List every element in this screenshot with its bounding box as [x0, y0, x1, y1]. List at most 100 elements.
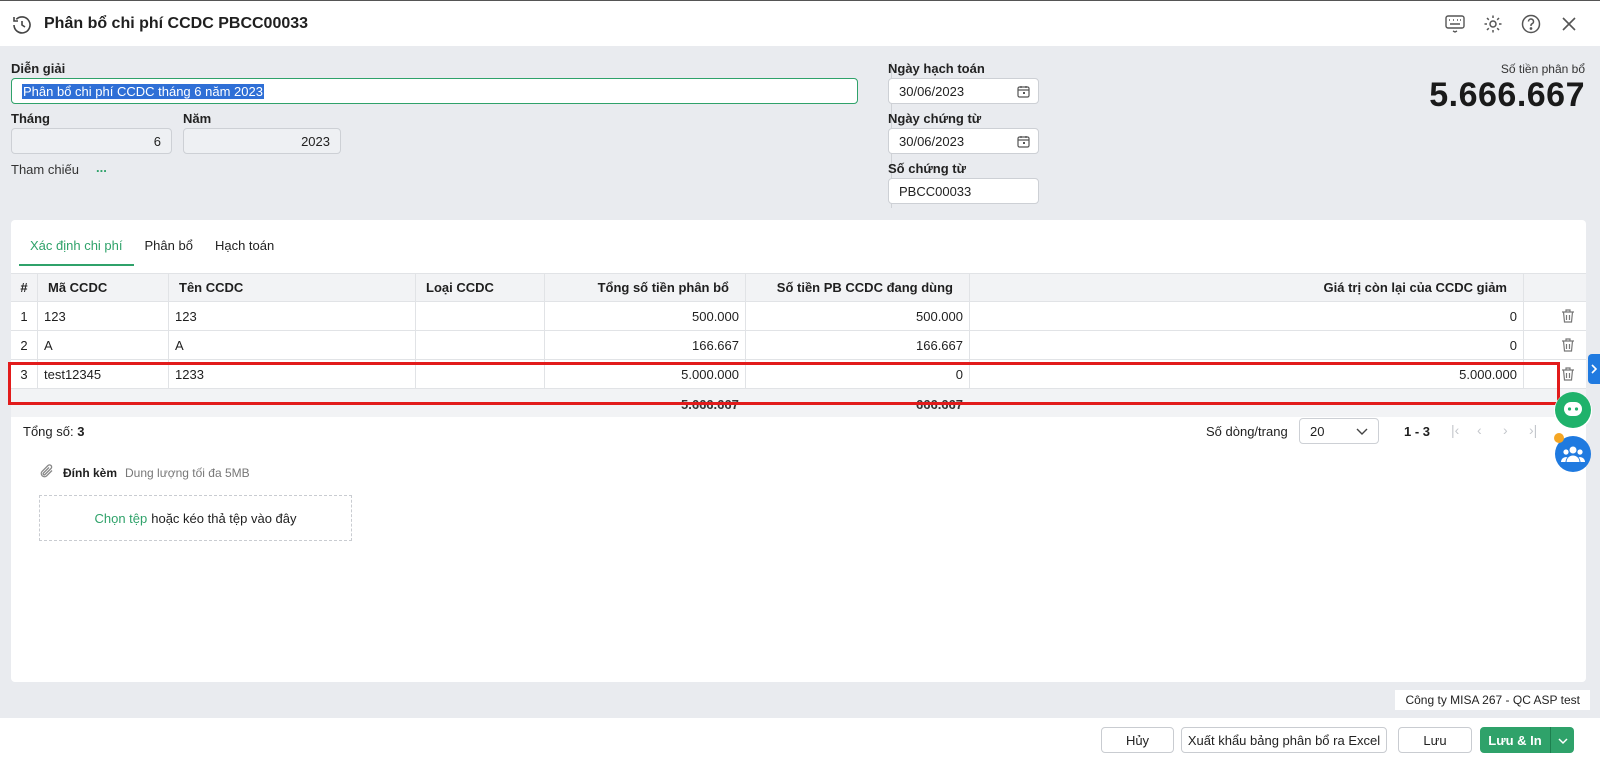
attachment-header: Đính kèm Dung lượng tối đa 5MB: [39, 463, 250, 482]
posting-date-value: 30/06/2023: [899, 83, 965, 99]
calendar-icon[interactable]: [1017, 135, 1030, 148]
row-code: 123: [38, 302, 169, 330]
trash-icon[interactable]: [1560, 337, 1576, 353]
row-name: A: [169, 331, 416, 359]
trash-icon[interactable]: [1560, 366, 1576, 382]
trash-icon[interactable]: [1560, 308, 1576, 324]
attachment-label: Đính kèm: [63, 465, 118, 480]
drop-text: hoặc kéo thả tệp vào đây: [151, 510, 297, 526]
table-summary-row: 5.666.667 666.667: [11, 389, 1586, 417]
close-icon[interactable]: [1558, 13, 1580, 35]
row-remaining: 0: [970, 302, 1524, 330]
title-bar: Phân bổ chi phí CCDC PBCC00033: [0, 0, 1600, 46]
prev-page-icon[interactable]: ‹: [1477, 422, 1491, 438]
row-code: A: [38, 331, 169, 359]
chat-icon: [1554, 391, 1592, 432]
row-total-allocated: 166.667: [545, 331, 746, 359]
table-row[interactable]: 2 A A 166.667 166.667 0: [11, 331, 1586, 360]
save-options-dropdown[interactable]: [1550, 727, 1574, 753]
help-icon[interactable]: [1520, 13, 1542, 35]
window-title: Phân bổ chi phí CCDC PBCC00033: [44, 15, 309, 32]
chat-button[interactable]: [1554, 391, 1592, 432]
chevron-down-icon: [1356, 424, 1368, 439]
tab-xac-dinh-chi-phi[interactable]: Xác định chi phí: [19, 232, 134, 266]
tab-phan-bo[interactable]: Phân bổ: [134, 232, 204, 266]
table-row[interactable]: 3 test12345 1233 5.000.000 0 5.000.000: [11, 360, 1586, 389]
voucher-no-input[interactable]: PBCC00033: [888, 178, 1039, 204]
paperclip-icon: [39, 463, 55, 482]
description-value: Phân bổ chi phí CCDC tháng 6 năm 2023: [22, 83, 264, 99]
summary-in-use: 666.667: [916, 397, 963, 412]
total-count: Tổng số: 3: [23, 424, 84, 439]
rows-per-page-select[interactable]: 20: [1299, 418, 1379, 444]
row-code: test12345: [38, 360, 169, 388]
save-button[interactable]: Lưu: [1398, 727, 1472, 753]
file-drop-zone[interactable]: Chọn tệp hoặc kéo thả tệp vào đây: [39, 495, 352, 541]
column-header: Số tiền PB CCDC đang dùng: [746, 274, 970, 301]
row-in-use: 166.667: [746, 331, 970, 359]
row-remaining: 0: [970, 331, 1524, 359]
export-excel-button[interactable]: Xuất khẩu bảng phân bổ ra Excel: [1181, 727, 1387, 753]
month-label: Tháng: [11, 111, 50, 126]
company-label: Công ty MISA 267 - QC ASP test: [1395, 690, 1590, 710]
row-type: [416, 302, 545, 330]
notification-dot: [1554, 433, 1564, 443]
keyboard-icon[interactable]: [1444, 13, 1466, 35]
row-type: [416, 331, 545, 359]
row-name: 123: [169, 302, 416, 330]
description-label: Diễn giải: [11, 61, 66, 76]
last-page-icon[interactable]: ›|: [1529, 422, 1543, 438]
choose-file-link[interactable]: Chọn tệp: [94, 511, 147, 526]
reference-more-button[interactable]: ...: [96, 160, 107, 175]
voucher-no-label: Số chứng từ: [888, 161, 967, 176]
side-panel-toggle[interactable]: [1588, 354, 1600, 384]
column-header: Tổng số tiền phân bổ: [545, 274, 746, 301]
cancel-button[interactable]: Hủy: [1101, 727, 1174, 753]
gear-icon[interactable]: [1482, 13, 1504, 35]
table-row[interactable]: 1 123 123 500.000 500.000 0: [11, 302, 1586, 331]
row-in-use: 0: [746, 360, 970, 388]
voucher-date-label: Ngày chứng từ: [888, 111, 982, 126]
rows-per-page-label: Số dòng/trang: [1206, 424, 1288, 439]
row-total-allocated: 5.000.000: [545, 360, 746, 388]
year-value: 2023: [301, 133, 330, 149]
tab-hach-toan[interactable]: Hạch toán: [204, 232, 285, 266]
row-remaining: 5.000.000: [970, 360, 1524, 388]
row-index: 3: [11, 360, 38, 388]
save-print-button[interactable]: Lưu & In: [1480, 727, 1550, 753]
summary-total-allocated: 5.666.667: [681, 397, 739, 412]
voucher-no-value: PBCC00033: [899, 183, 972, 199]
page-range: 1 - 3: [1404, 424, 1431, 439]
row-index: 2: [11, 331, 38, 359]
total-value: 3: [77, 424, 85, 439]
year-input[interactable]: 2023: [183, 128, 341, 154]
row-index: 1: [11, 302, 38, 330]
footer-bar: Hủy Xuất khẩu bảng phân bổ ra Excel Lưu …: [0, 718, 1600, 759]
column-header: #: [11, 274, 38, 301]
table-header: # Mã CCDC Tên CCDC Loại CCDC Tổng số tiề…: [11, 273, 1586, 302]
column-header: Loại CCDC: [416, 274, 545, 301]
year-label: Năm: [183, 111, 212, 126]
tab-bar: Xác định chi phí Phân bổ Hạch toán: [19, 232, 285, 266]
chevron-down-icon: [1557, 733, 1568, 748]
calendar-icon[interactable]: [1017, 85, 1030, 98]
voucher-date-value: 30/06/2023: [899, 133, 965, 149]
posting-date-label: Ngày hạch toán: [888, 61, 985, 76]
attachment-limit: Dung lượng tối đa 5MB: [125, 465, 250, 480]
next-page-icon[interactable]: ›: [1503, 422, 1517, 438]
description-input[interactable]: Phân bổ chi phí CCDC tháng 6 năm 2023: [11, 78, 858, 104]
row-total-allocated: 500.000: [545, 302, 746, 330]
voucher-date-input[interactable]: 30/06/2023: [888, 128, 1039, 154]
posting-date-input[interactable]: 30/06/2023: [888, 78, 1039, 104]
column-header: Mã CCDC: [38, 274, 169, 301]
column-header: Tên CCDC: [169, 274, 416, 301]
month-value: 6: [153, 133, 161, 149]
amount-value: 5.666.667: [1429, 76, 1585, 114]
month-input[interactable]: 6: [11, 128, 172, 154]
first-page-icon[interactable]: |‹: [1451, 422, 1465, 438]
row-type: [416, 360, 545, 388]
row-name: 1233: [169, 360, 416, 388]
row-in-use: 500.000: [746, 302, 970, 330]
total-label: Tổng số:: [23, 424, 74, 439]
history-icon[interactable]: [10, 13, 34, 37]
